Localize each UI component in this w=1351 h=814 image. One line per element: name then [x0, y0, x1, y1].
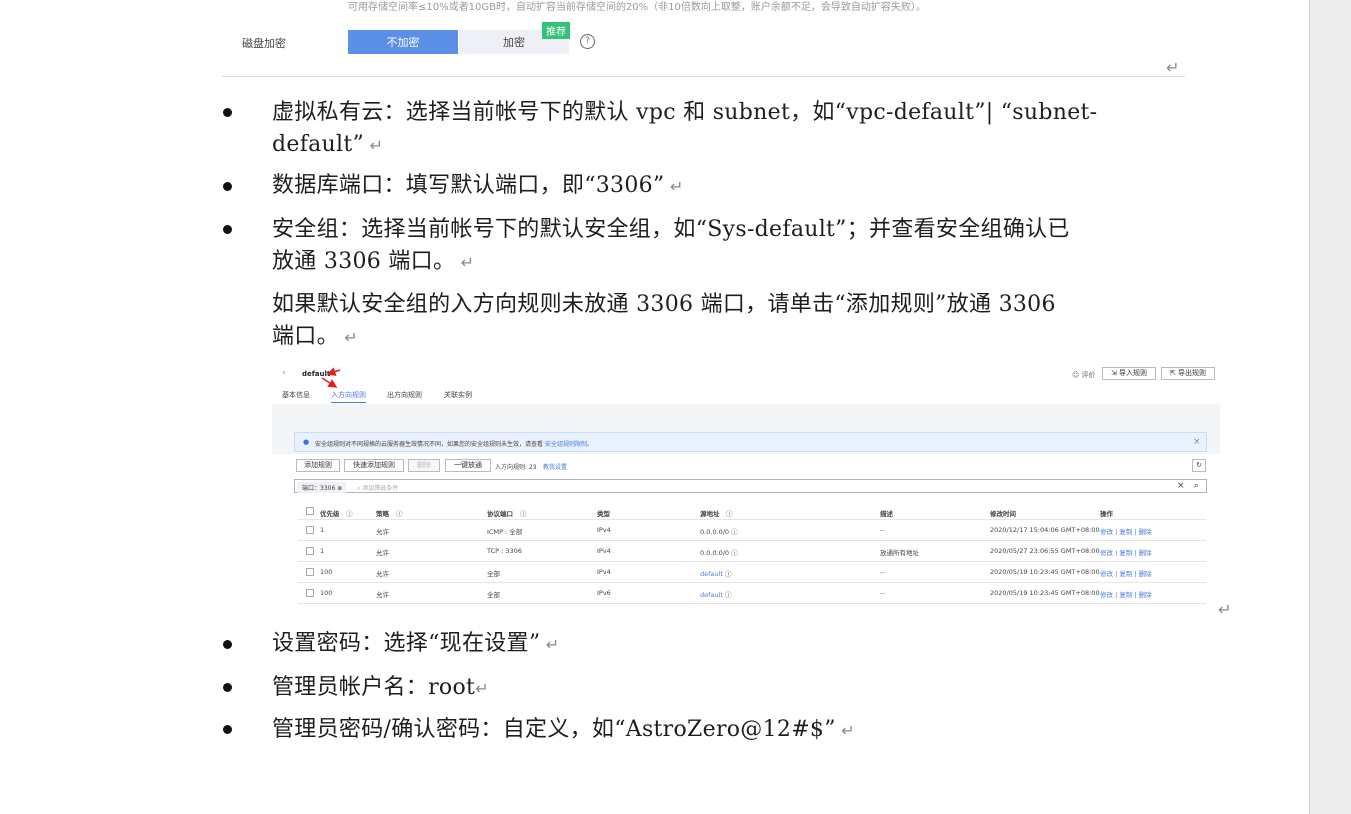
row-actions[interactable]: 修改 | 复制 | 删除 [1100, 547, 1152, 557]
continuation-line2: 端口。 ↵ [272, 324, 358, 349]
clear-icon[interactable]: × [1177, 481, 1185, 491]
table-row: 100 允许 全部 IPv4 default ⓘ -- 2020/05/19 1… [298, 562, 1206, 583]
security-group-screenshot: ‹ default ☺ 评价 ⇲ 导入规则 ⇱ 导出规则 基本信息 入方向规则 … [272, 362, 1220, 618]
no-encrypt-option[interactable]: 不加密 [348, 30, 458, 54]
delete-button[interactable]: 删除 [408, 459, 440, 472]
paragraph-mark-icon: ↵ [664, 177, 684, 196]
paragraph-mark-icon: ↵ [1166, 58, 1180, 77]
paragraph-mark-icon: ↵ [835, 721, 855, 740]
paragraph-mark-icon: ↵ [540, 635, 560, 654]
bullet-vpc-line2: default” ↵ [272, 132, 384, 157]
autoscale-note: 可用存储空间率≤10%或者10GB时，自动扩容当前存储空间的20%（非10倍数向… [348, 2, 926, 13]
paragraph-mark-icon: ↵ [455, 253, 475, 272]
table-row: 1 允许 ICMP : 全部 IPv4 0.0.0.0/0 ⓘ -- 2020/… [298, 520, 1206, 541]
bullet-icon [222, 682, 234, 694]
info-icon: ● [303, 438, 310, 446]
bullet-icon [222, 181, 234, 193]
bullet-vpc-line1: 虚拟私有云：选择当前帐号下的默认 vpc 和 subnet，如“vpc-defa… [272, 100, 1098, 125]
arrow-to-tab [321, 377, 338, 388]
table-row: 100 允许 全部 IPv6 default ⓘ -- 2020/05/19 1… [298, 583, 1206, 604]
bullet-sg-line2: 放通 3306 端口。 ↵ [272, 249, 475, 274]
bullet-icon [222, 107, 234, 119]
tab-basic-info[interactable]: 基本信息 [282, 390, 310, 400]
tab-outbound-rules[interactable]: 出方向规则 [387, 390, 422, 400]
table-header: 优先级 ⓘ 策略 ⓘ 协议端口 ⓘ 类型 源地址 ⓘ 描述 修改时间 操作 [298, 502, 1206, 520]
help-icon: ⓘ [346, 510, 353, 518]
info-banner: ● 安全组规则对不同规格的云服务器生效情况不同，如果您的安全组规则未生效，请查看… [294, 432, 1207, 452]
export-rules-button[interactable]: ⇱ 导出规则 [1161, 367, 1215, 380]
table-row-highlighted: 1 允许 TCP : 3306 IPv4 0.0.0.0/0 ⓘ 放通所有地址 … [298, 541, 1206, 562]
continuation-line1: 如果默认安全组的入方向规则未放通 3306 端口，请单击“添加规则”放通 330… [272, 292, 1056, 317]
paragraph-mark-icon: ↵ [475, 679, 489, 698]
quick-add-rule-button[interactable]: 快速添加规则 [344, 459, 404, 472]
add-rule-button[interactable]: 添加规则 [296, 459, 340, 472]
paragraph-mark-icon: ↵ [364, 136, 384, 155]
filter-input[interactable]: ⌕ 添加筛选条件 [357, 483, 398, 493]
row-checkbox[interactable] [306, 568, 314, 576]
bullet-admin-password: 管理员密码/确认密码：自定义，如“AstroZero@12#$” ↵ [272, 717, 855, 742]
row-checkbox[interactable] [306, 526, 314, 534]
row-actions[interactable]: 修改 | 复制 | 删除 [1100, 526, 1152, 536]
bullet-admin-account: 管理员帐户名：root↵ [272, 675, 489, 700]
eval-link[interactable]: ☺ 评价 [1072, 370, 1096, 380]
close-icon[interactable]: × [1193, 437, 1201, 447]
row-checkbox[interactable] [306, 547, 314, 555]
bullet-icon [222, 224, 234, 236]
row-actions[interactable]: 修改 | 复制 | 删除 [1100, 568, 1152, 578]
tutorial-link[interactable]: 教我设置 [543, 462, 567, 471]
bullet-icon [222, 639, 234, 651]
row-checkbox[interactable] [306, 589, 314, 597]
recommend-badge: 推荐 [542, 22, 570, 39]
vertical-scrollbar[interactable] [1309, 0, 1351, 814]
filter-tag[interactable]: 端口：3306 ⊗ [298, 482, 347, 493]
disk-encryption-label: 磁盘加密 [242, 37, 286, 50]
paragraph-mark-icon: ↵ [1218, 600, 1232, 619]
bullet-sg-line1: 安全组：选择当前帐号下的默认安全组，如“Sys-default”；并查看安全组确… [272, 217, 1070, 242]
paragraph-mark-icon: ↵ [338, 328, 358, 347]
bullet-port-line: 数据库端口：填写默认端口，即“3306” ↵ [272, 173, 684, 198]
bullet-password-setting: 设置密码：选择“现在设置” ↵ [272, 631, 560, 656]
disk-encryption-screenshot: 可用存储空间率≤10%或者10GB时，自动扩容当前存储空间的20%（非10倍数向… [222, 0, 1185, 77]
question-circle-icon[interactable]: ? [580, 34, 595, 49]
tab-associated-instances[interactable]: 关联实例 [444, 390, 472, 400]
filter-bar[interactable]: 端口：3306 ⊗ ⌕ 添加筛选条件 × ⌕ [294, 479, 1207, 493]
bullet-icon [222, 724, 234, 736]
arrow-to-name [326, 367, 341, 376]
rule-count: 入方向规则: 23 [495, 464, 537, 471]
one-click-allow-button[interactable]: 一键放通 [445, 459, 491, 472]
help-icon: ⓘ [726, 510, 733, 518]
row-actions[interactable]: 修改 | 复制 | 删除 [1100, 589, 1152, 599]
help-icon: ⓘ [520, 510, 527, 518]
search-icon[interactable]: ⌕ [1194, 481, 1199, 491]
help-icon: ⓘ [396, 510, 403, 518]
select-all-checkbox[interactable] [306, 507, 314, 515]
tab-inbound-rules[interactable]: 入方向规则 [331, 390, 366, 403]
import-rules-button[interactable]: ⇲ 导入规则 [1102, 367, 1156, 380]
refresh-icon[interactable]: ↻ [1192, 459, 1206, 472]
